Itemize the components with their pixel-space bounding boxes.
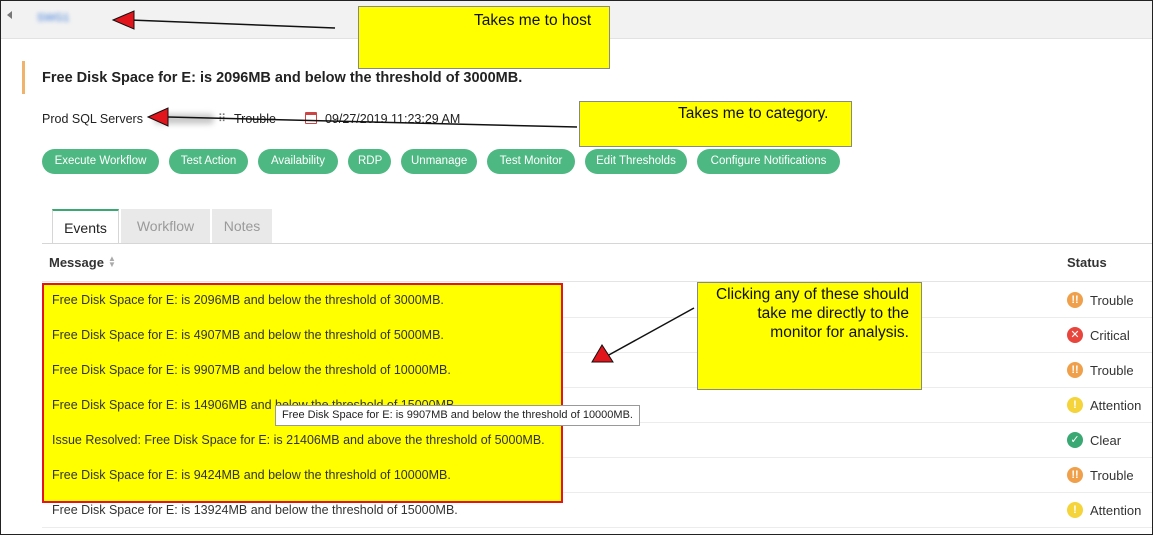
edit-thresholds-button[interactable]: Edit Thresholds xyxy=(585,149,687,174)
alarm-status: Trouble xyxy=(234,112,276,126)
tab-notes[interactable]: Notes xyxy=(212,209,272,243)
test-action-button[interactable]: Test Action xyxy=(169,149,248,174)
row-message[interactable]: Free Disk Space for E: is 4907MB and bel… xyxy=(52,328,444,342)
blurred-host-name[interactable] xyxy=(154,114,214,124)
sort-icon[interactable]: ▲ ▼ xyxy=(108,255,116,269)
trouble-icon: !! xyxy=(1067,362,1083,378)
row-status: Trouble xyxy=(1090,363,1134,378)
execute-workflow-button[interactable]: Execute Workflow xyxy=(42,149,159,174)
trouble-icon: !! xyxy=(1067,467,1083,483)
attention-icon: ! xyxy=(1067,397,1083,413)
alarm-title: Free Disk Space for E: is 2096MB and bel… xyxy=(42,70,523,86)
events-table-header: Message ▲ ▼ Status xyxy=(42,244,1153,282)
monitor-note-line-1: Clicking any of these should xyxy=(715,286,909,303)
calendar-icon xyxy=(305,112,317,124)
row-status: Critical xyxy=(1090,328,1130,343)
configure-notifications-button[interactable]: Configure Notifications xyxy=(697,149,840,174)
row-status: Attention xyxy=(1090,503,1142,518)
test-monitor-button[interactable]: Test Monitor xyxy=(487,149,575,174)
monitor-note-line-2: take me directly to the xyxy=(757,305,909,322)
title-accent-bar xyxy=(22,61,25,94)
row-status: Trouble xyxy=(1090,468,1134,483)
host-link[interactable]: SWG1 xyxy=(37,12,69,24)
category-note: Takes me to category. xyxy=(678,105,829,122)
availability-button[interactable]: Availability xyxy=(258,149,338,174)
row-status: Clear xyxy=(1090,433,1122,448)
row-message[interactable]: Free Disk Space for E: is 9907MB and bel… xyxy=(52,363,451,377)
status-column-header: Status xyxy=(1067,255,1107,270)
status-indicator-icon: ⠿ xyxy=(218,113,227,125)
clear-icon: ✓ xyxy=(1067,432,1083,448)
row-status: Trouble xyxy=(1090,293,1134,308)
trouble-icon: !! xyxy=(1067,292,1083,308)
monitor-note-line-3: monitor for analysis. xyxy=(770,324,909,341)
tab-events[interactable]: Events xyxy=(52,209,119,244)
row-message[interactable]: Free Disk Space for E: is 13924MB and be… xyxy=(52,503,458,517)
message-column-header[interactable]: Message xyxy=(49,255,104,270)
attention-icon: ! xyxy=(1067,502,1083,518)
unmanage-button[interactable]: Unmanage xyxy=(401,149,477,174)
row-message[interactable]: Free Disk Space for E: is 9424MB and bel… xyxy=(52,468,451,482)
tab-workflow[interactable]: Workflow xyxy=(121,209,210,243)
back-arrow-icon[interactable] xyxy=(7,11,12,19)
row-message[interactable]: Issue Resolved: Free Disk Space for E: i… xyxy=(52,433,545,447)
critical-icon: ✕ xyxy=(1067,327,1083,343)
row-status: Attention xyxy=(1090,398,1142,413)
host-note: Takes me to host xyxy=(474,12,592,29)
category-link[interactable]: Prod SQL Servers xyxy=(42,112,143,126)
rdp-button[interactable]: RDP xyxy=(348,149,391,174)
row-tooltip: Free Disk Space for E: is 9907MB and bel… xyxy=(275,405,640,426)
row-message[interactable]: Free Disk Space for E: is 2096MB and bel… xyxy=(52,293,444,307)
alarm-timestamp: 09/27/2019 11:23:29 AM xyxy=(325,112,461,126)
